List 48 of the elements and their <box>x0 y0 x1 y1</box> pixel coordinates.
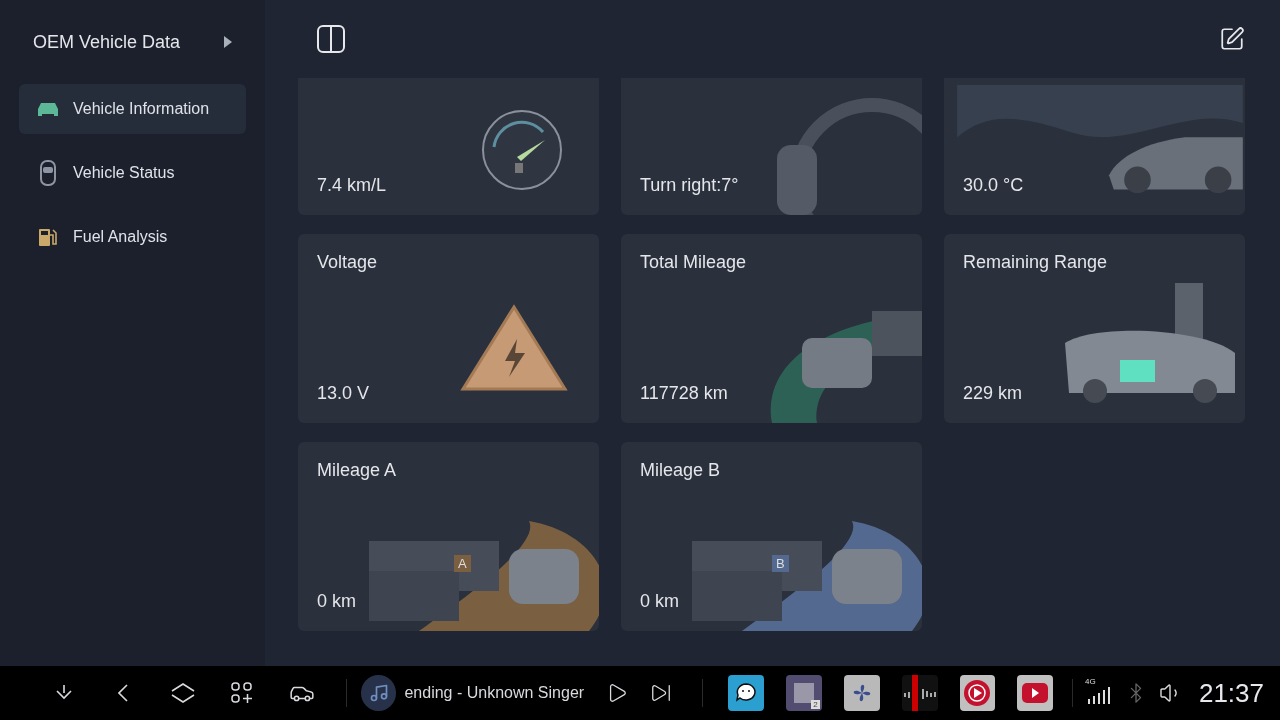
road-sign: A <box>454 555 471 572</box>
chevrons-icon <box>169 682 196 704</box>
card-value: 229 km <box>963 383 1024 404</box>
card-title: Total Mileage <box>640 252 748 273</box>
track-title: ending - Unknown Singer <box>404 684 586 702</box>
fuel-pump-icon <box>38 227 58 247</box>
sidebar-item[interactable]: Vehicle Status <box>19 148 246 198</box>
app-icon[interactable] <box>728 675 765 711</box>
sidebar-item-label: Vehicle Information <box>73 100 210 118</box>
network-label: 4G <box>1084 677 1096 686</box>
video-play-icon <box>1022 683 1049 703</box>
road-sign: B <box>772 555 789 572</box>
sidebar-item[interactable]: Vehicle Information <box>19 84 246 134</box>
card-title: Remaining Range <box>963 252 1109 273</box>
caret-icon[interactable] <box>224 36 232 48</box>
sidebar-title: OEM Vehicle Data <box>33 31 181 53</box>
sidebar-item[interactable]: Fuel Analysis <box>19 212 246 262</box>
card-value: 0 km <box>640 591 680 612</box>
card-value: 13.0 V <box>317 383 371 404</box>
edit-button[interactable] <box>1219 26 1245 52</box>
sidebar-item-label: Fuel Analysis <box>73 228 168 246</box>
sidebar-item-label: Vehicle Status <box>73 164 175 182</box>
app-icon[interactable] <box>959 675 996 711</box>
car-icon <box>37 101 59 117</box>
card-value: 0 km <box>317 591 357 612</box>
split-view-button[interactable] <box>317 25 345 53</box>
smiley-icon <box>734 682 759 704</box>
card-value: 117728 km <box>640 383 729 404</box>
card-title: Voltage <box>317 252 379 273</box>
apps-grid-icon <box>231 682 254 704</box>
clock: 21:37 <box>1198 677 1264 709</box>
card-title: Mileage B <box>640 460 722 481</box>
card-value: 7.4 km/L <box>317 175 388 196</box>
high-voltage-warning-icon <box>459 303 569 393</box>
card-title: Mileage A <box>317 460 398 481</box>
app-icon[interactable] <box>843 675 880 711</box>
app-badge: 2 <box>811 700 820 709</box>
radio-tuner-icon <box>901 675 938 711</box>
album-art <box>360 675 397 711</box>
card-value: Turn right:7° <box>640 175 740 196</box>
card-value: 30.0 °C <box>963 175 1025 196</box>
car-top-icon <box>40 160 56 186</box>
play-circle-icon <box>963 679 992 707</box>
app-icon[interactable] <box>901 675 938 711</box>
skip-forward-icon <box>649 682 672 704</box>
window-icon <box>791 681 816 705</box>
back-icon <box>118 684 129 702</box>
app-icon[interactable]: 2 <box>786 675 822 711</box>
